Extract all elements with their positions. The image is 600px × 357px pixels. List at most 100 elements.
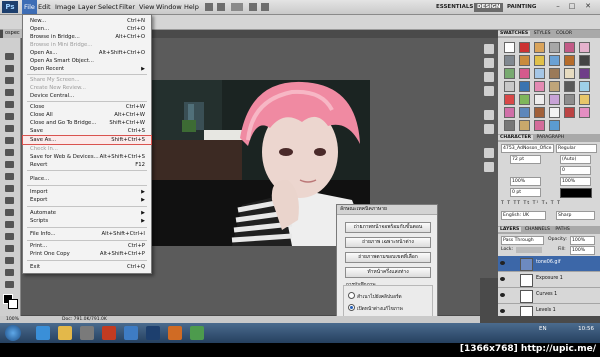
style-swatch[interactable] <box>579 68 590 79</box>
style-swatch[interactable] <box>549 42 560 53</box>
zoom-level[interactable]: 100% <box>6 316 19 323</box>
tab-layers[interactable]: LAYERS <box>498 227 522 232</box>
style-swatch[interactable] <box>519 81 530 92</box>
dodge-tool-icon[interactable] <box>4 208 16 217</box>
style-swatch[interactable] <box>504 107 515 118</box>
style-swatch[interactable] <box>549 107 560 118</box>
capture-full-screen-button[interactable]: ถ่ายภาพหน้าจอพร้อมกับขั้นตอน <box>345 222 431 233</box>
menu-item-browse-in-bridge[interactable]: Browse in Bridge... Alt+Ctrl+O <box>23 33 151 41</box>
style-swatch[interactable] <box>534 94 545 105</box>
visibility-eye-icon[interactable] <box>500 261 505 265</box>
visibility-eye-icon[interactable] <box>500 309 505 313</box>
tab-paths[interactable]: PATHS <box>553 227 571 232</box>
layer-row[interactable]: Levels 1 <box>498 304 600 316</box>
blend-mode-select[interactable]: Pass Through <box>501 236 544 245</box>
fill-field[interactable]: 100% <box>570 246 595 255</box>
menu-layer[interactable]: Layer <box>76 0 98 14</box>
style-swatch[interactable] <box>519 68 530 79</box>
move-tool-icon[interactable] <box>4 52 16 61</box>
masks-panel-icon[interactable] <box>484 162 494 172</box>
menu-item-open-as-smart-object[interactable]: Open As Smart Object... <box>23 57 151 65</box>
crop-tool-icon[interactable] <box>4 100 16 109</box>
navigator-panel-icon[interactable] <box>484 124 494 134</box>
menu-item-place[interactable]: Place... <box>23 175 151 183</box>
menu-item-close-all[interactable]: Close All Alt+Ctrl+W <box>23 111 151 119</box>
maximize-icon[interactable]: □ <box>566 1 578 11</box>
font-size-field[interactable]: 72 pt <box>510 155 541 164</box>
menu-help[interactable]: Help <box>182 0 201 14</box>
zoom-tool-icon[interactable] <box>4 280 16 289</box>
menu-window[interactable]: Window <box>154 0 184 14</box>
menu-edit[interactable]: Edit <box>36 0 53 14</box>
style-swatch[interactable] <box>549 68 560 79</box>
text-color-swatch[interactable] <box>560 188 592 198</box>
menu-item-file-info[interactable]: File Info... Alt+Shift+Ctrl+I <box>23 230 151 238</box>
explorer-folder-icon[interactable] <box>58 326 72 340</box>
style-swatch[interactable] <box>549 120 560 131</box>
style-swatch[interactable] <box>519 94 530 105</box>
leading-field[interactable]: (Auto) <box>560 155 591 164</box>
internet-explorer-icon[interactable] <box>36 326 50 340</box>
menu-item-open[interactable]: Open... Ctrl+O <box>23 25 151 33</box>
style-swatch[interactable] <box>579 55 590 66</box>
antialias-select[interactable]: Sharp <box>556 211 595 220</box>
opacity-field[interactable]: 100% <box>570 236 595 245</box>
style-swatch[interactable] <box>564 107 575 118</box>
menu-file[interactable]: File <box>22 0 37 14</box>
tab-channels[interactable]: CHANNELS <box>523 227 552 232</box>
menu-item-export[interactable]: Export ▶ <box>23 196 151 204</box>
clone-stamp-tool-icon[interactable] <box>4 148 16 157</box>
start-button-icon[interactable] <box>5 325 21 341</box>
menu-item-import[interactable]: Import ▶ <box>23 188 151 196</box>
menu-item-print-one-copy[interactable]: Print One Copy Alt+Shift+Ctrl+P <box>23 250 151 258</box>
healing-brush-tool-icon[interactable] <box>4 124 16 133</box>
hand-tool-icon[interactable] <box>4 268 16 277</box>
style-swatch[interactable] <box>579 81 590 92</box>
tab-swatches[interactable]: SWATCHES <box>498 31 531 36</box>
actions-panel-icon[interactable] <box>484 58 494 68</box>
visibility-eye-icon[interactable] <box>500 293 505 297</box>
style-swatch[interactable] <box>579 107 590 118</box>
media-player-icon[interactable] <box>80 326 94 340</box>
type-tool-icon[interactable] <box>4 232 16 241</box>
app-icon[interactable] <box>190 326 204 340</box>
style-swatch[interactable] <box>534 42 545 53</box>
menu-item-new[interactable]: New... Ctrl+N <box>23 17 151 25</box>
layer-row[interactable]: tone06.gif <box>498 256 600 272</box>
capture-window-button[interactable]: ถ่ายภาพ เฉพาะหน้าต่าง <box>345 237 431 248</box>
style-swatch[interactable] <box>504 94 515 105</box>
visibility-eye-icon[interactable] <box>500 277 505 281</box>
style-swatch[interactable] <box>564 68 575 79</box>
layer-row[interactable]: Exposure 1 <box>498 272 600 288</box>
style-swatch[interactable] <box>519 120 530 131</box>
blur-tool-icon[interactable] <box>4 196 16 205</box>
baseline-shift-field[interactable]: 0 pt <box>510 188 541 197</box>
style-swatch[interactable] <box>519 107 530 118</box>
workspace-essentials[interactable]: ESSENTIALS <box>433 3 476 12</box>
font-style-select[interactable]: Regular <box>556 144 597 153</box>
menu-item-revert[interactable]: Revert F12 <box>23 161 151 169</box>
lasso-tool-icon[interactable] <box>4 76 16 85</box>
menu-item-scripts[interactable]: Scripts ▶ <box>23 217 151 225</box>
style-swatch[interactable] <box>579 42 590 53</box>
font-family-select[interactable]: 4753_AdNoson_Ofice <box>501 144 554 153</box>
history-brush-tool-icon[interactable] <box>4 160 16 169</box>
eyedropper-tool-icon[interactable] <box>4 112 16 121</box>
style-swatch[interactable] <box>519 42 530 53</box>
eraser-tool-icon[interactable] <box>4 172 16 181</box>
copy-to-clipboard-radio[interactable]: สำเนาไปยังคลิปบอร์ด <box>348 292 402 302</box>
style-swatch[interactable] <box>564 94 575 105</box>
vertical-scale-field[interactable]: 100% <box>510 177 541 186</box>
style-swatch[interactable] <box>534 81 545 92</box>
history-panel-icon[interactable] <box>484 44 494 54</box>
bridge-icon[interactable] <box>205 3 213 11</box>
menu-item-exit[interactable]: Exit Ctrl+Q <box>23 263 151 271</box>
adjustments-panel-icon[interactable] <box>484 148 494 158</box>
app-icon[interactable] <box>102 326 116 340</box>
quick-select-tool-icon[interactable] <box>4 88 16 97</box>
app-icon[interactable] <box>168 326 182 340</box>
menu-item-automate[interactable]: Automate ▶ <box>23 209 151 217</box>
zoom-level-icon[interactable] <box>231 3 243 11</box>
menu-item-save[interactable]: Save Ctrl+S <box>23 127 151 135</box>
horizontal-scale-field[interactable]: 100% <box>560 177 591 186</box>
